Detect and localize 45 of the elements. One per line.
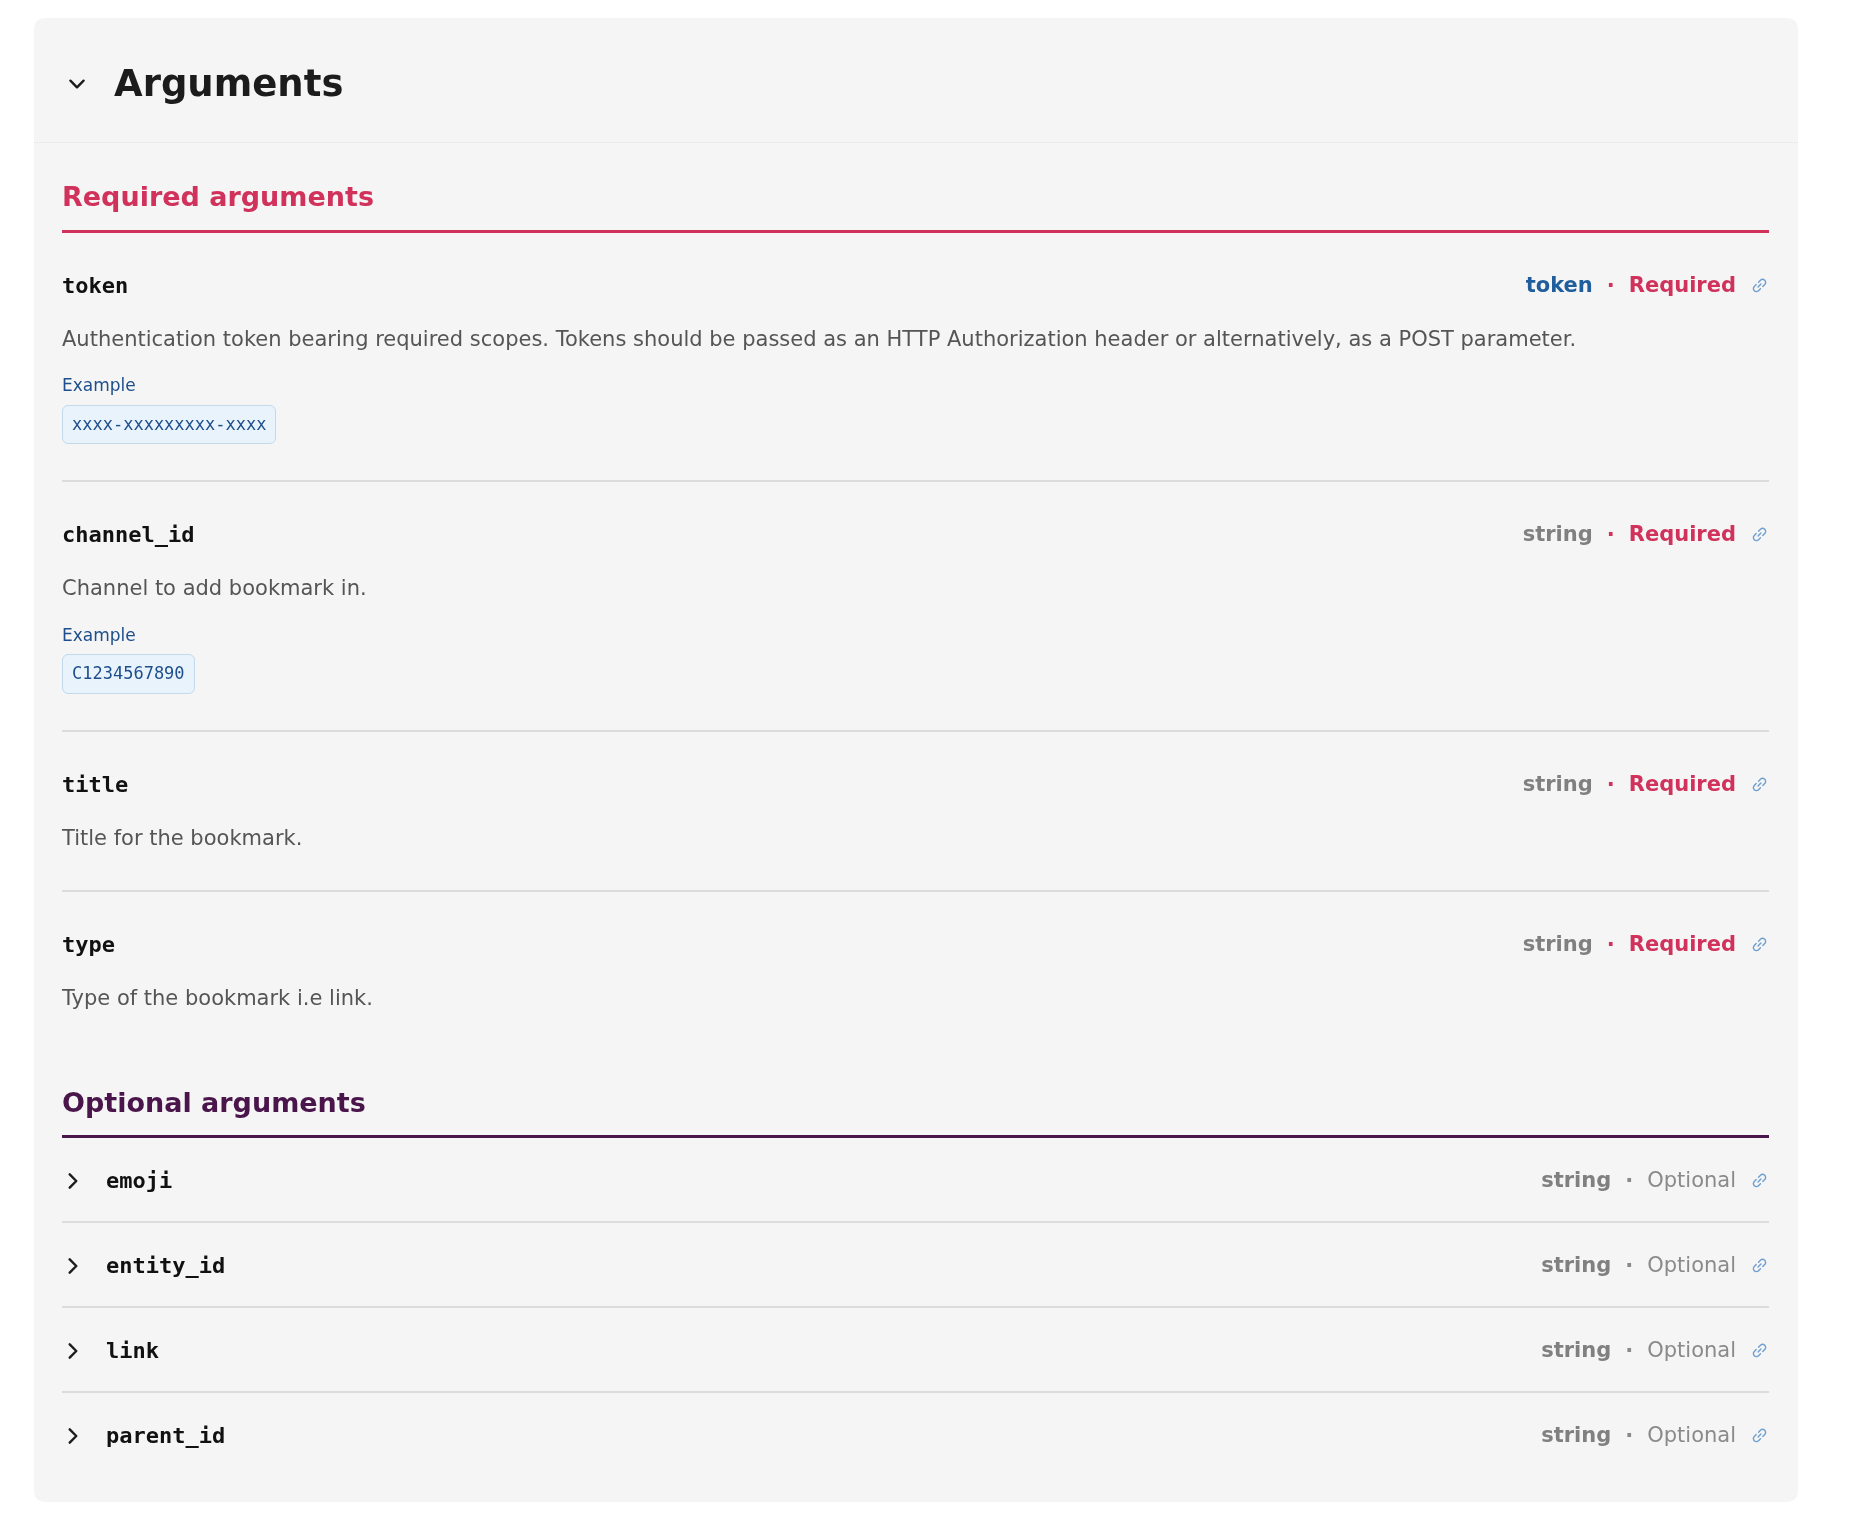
type-link[interactable]: token (1525, 269, 1593, 302)
argument-description: Authentication token bearing required scopes. Tokens should be passed as an HTTP Authorization header or alternatively, as a POST parameter. (62, 325, 1578, 353)
example-label: Example (62, 374, 137, 398)
section-heading: Required arguments (62, 181, 1769, 233)
requirement-label: Optional (1647, 1336, 1736, 1364)
argument-name: parent_id (106, 1422, 226, 1451)
requirement-label: Required (1628, 931, 1736, 959)
link-icon[interactable] (1750, 275, 1769, 295)
argument-type: string (1522, 931, 1593, 959)
requirement-label: Optional (1647, 1166, 1736, 1194)
separator-dot: · (1625, 1166, 1634, 1194)
argument-description: Channel to add bookmark in. (62, 575, 368, 603)
example-value: C1234567890 (62, 654, 195, 694)
argument-description: Type of the bookmark i.e link. (62, 985, 374, 1013)
argument-type: string (1541, 1336, 1612, 1364)
argument-type: string (1541, 1421, 1612, 1449)
separator-dot: · (1606, 521, 1615, 549)
argument-name: emoji (106, 1167, 173, 1196)
section-title: Arguments (114, 62, 344, 107)
example-value: xxxx-xxxxxxxxx-xxxx (62, 404, 277, 445)
argument-description: Title for the bookmark. (62, 824, 304, 852)
argument-type: string (1541, 1251, 1612, 1279)
separator-dot: · (1606, 931, 1615, 959)
link-icon[interactable] (1750, 774, 1769, 794)
argument-name: link (106, 1337, 159, 1366)
separator-dot: · (1606, 271, 1615, 299)
argument-type: string (1522, 770, 1593, 798)
argument-name: type (62, 931, 115, 960)
requirement-label: Optional (1647, 1421, 1736, 1449)
separator-dot: · (1606, 770, 1615, 798)
argument-name: entity_id (106, 1252, 226, 1281)
argument-name: channel_id (62, 521, 195, 550)
argument-name: title (62, 770, 129, 799)
argument-type: string (1522, 521, 1593, 549)
requirement-label: Required (1628, 271, 1736, 299)
argument-name: token (62, 271, 129, 300)
requirement-label: Required (1628, 770, 1736, 798)
separator-dot: · (1625, 1251, 1634, 1279)
separator-dot: · (1625, 1336, 1634, 1364)
requirement-label: Required (1628, 521, 1736, 549)
section-heading: Optional arguments (62, 1086, 1769, 1139)
example-label: Example (62, 623, 137, 647)
separator-dot: · (1625, 1421, 1634, 1449)
requirement-label: Optional (1647, 1251, 1736, 1279)
argument-type: string (1541, 1166, 1612, 1194)
